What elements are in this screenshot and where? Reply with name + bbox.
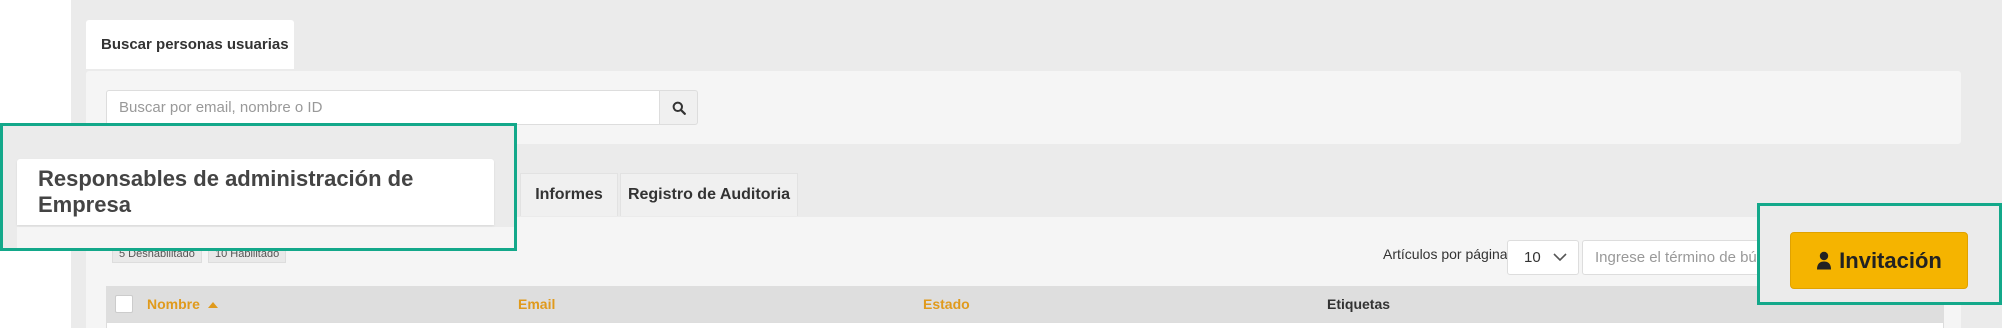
column-header-etiquetas-label: Etiquetas [1327,296,1391,312]
per-page-select[interactable]: 10 [1507,240,1579,275]
table-row[interactable] [106,322,1944,328]
column-header-email-label: Email [518,296,556,312]
column-header-etiquetas: Etiquetas [1327,296,1390,312]
invite-button-label: Invitación [1839,247,1942,273]
user-icon [1817,251,1832,270]
search-icon [672,101,686,115]
search-button[interactable] [659,90,698,125]
select-all-checkbox[interactable] [115,295,133,313]
page: Buscar personas usuarias Buscar por emai… [0,0,2002,328]
tab-registro-auditoria[interactable]: Registro de Auditoria [620,173,798,216]
invite-button[interactable]: Invitación [1790,232,1968,289]
column-header-email[interactable]: Email [518,296,555,312]
per-page-value: 10 [1524,249,1541,266]
tab-company-administrators[interactable]: Responsables de administración de Empres… [17,159,494,225]
search-users-tab[interactable]: Buscar personas usuarias [86,20,294,69]
table-header [106,286,1944,322]
tab-informes[interactable]: Informes [520,173,618,216]
tab-informes-label: Informes [535,186,603,203]
tab-registro-auditoria-label: Registro de Auditoria [627,186,791,203]
sort-up-icon [207,302,218,308]
chevron-down-icon [1553,253,1567,262]
tab-company-administrators-label: Responsables de administración de Empres… [38,166,414,217]
column-header-nombre[interactable]: Nombre [147,296,219,312]
column-header-estado-label: Estado [923,296,970,312]
table-search-placeholder: Ingrese el término de búsqueda [1595,249,1767,266]
per-page-label: Artículos por página: [1383,246,1512,262]
admin-tab-panel-strip [17,227,514,248]
user-search-placeholder: Buscar por email, nombre o ID [119,99,323,116]
search-users-tab-label: Buscar personas usuarias [101,36,289,53]
user-search-input[interactable]: Buscar por email, nombre o ID [106,90,660,125]
column-header-nombre-label: Nombre [147,296,200,312]
table-search-input[interactable]: Ingrese el término de búsqueda [1582,240,1768,275]
column-header-estado[interactable]: Estado [923,296,970,312]
